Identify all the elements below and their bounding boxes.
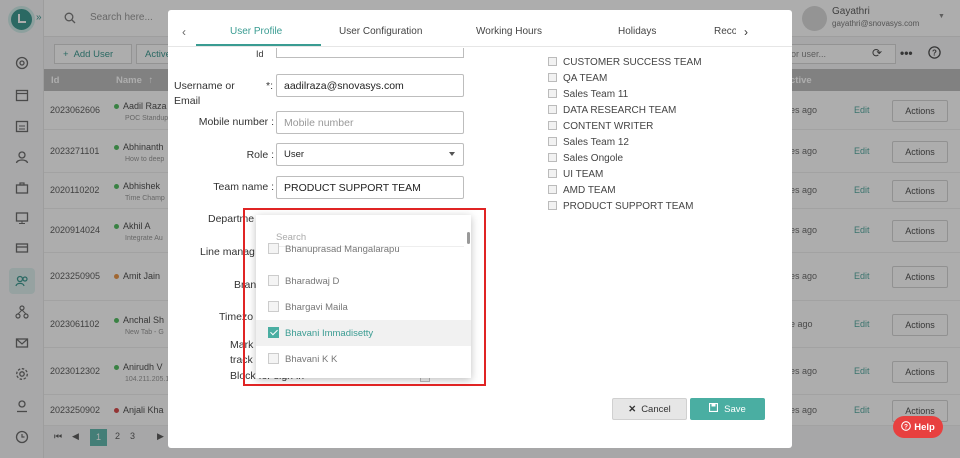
chevron-down-icon [449,152,455,156]
team-option[interactable]: DATA RESEARCH TEAM [548,105,676,116]
mobile-input[interactable]: Mobile number [276,111,464,134]
role-label: Role : [246,149,274,161]
team-checkbox[interactable] [548,169,557,178]
tab-holidays[interactable]: Holidays [618,26,656,37]
team-option[interactable]: Sales Ongole [548,153,623,164]
team-option[interactable]: UI TEAM [548,169,603,180]
mobile-label: Mobile number : [198,116,274,128]
team-option[interactable]: CONTENT WRITER [548,121,653,132]
team-option[interactable]: PRODUCT SUPPORT TEAM [548,201,693,212]
tabs-prev-icon[interactable]: ‹ [182,25,186,39]
username-input[interactable]: aadilraza@snovasys.com [276,74,464,97]
id-label: Id [256,49,264,59]
team-checkbox[interactable] [548,185,557,194]
username-required-mark: *: [266,80,274,92]
team-checkbox[interactable] [548,137,557,146]
username-label: Username or Email [174,80,235,107]
tab-reco[interactable]: Reco [714,26,737,37]
id-field [276,48,464,58]
help-icon: ? [901,420,912,434]
team-option[interactable]: AMD TEAM [548,185,616,196]
tab-user-profile[interactable]: User Profile [230,26,282,37]
team-checkbox[interactable] [548,153,557,162]
highlight-box [243,208,486,386]
tabs-next-icon[interactable]: › [736,25,756,39]
team-name-label: Team name : [213,181,274,193]
team-name-input[interactable]: PRODUCT SUPPORT TEAM [276,176,464,199]
team-option[interactable]: Sales Team 12 [548,137,629,148]
team-checkbox[interactable] [548,121,557,130]
active-tab-indicator [196,44,321,46]
edit-user-modal: ‹ User Profile User Configuration Workin… [168,10,792,448]
tab-working-hours[interactable]: Working Hours [476,26,542,37]
tab-bar: ‹ User Profile User Configuration Workin… [168,10,792,47]
team-checkbox[interactable] [548,201,557,210]
close-icon: ✕ [628,403,637,415]
svg-text:?: ? [904,423,908,430]
team-checkbox[interactable] [548,105,557,114]
team-option[interactable]: Sales Team 11 [548,89,628,100]
team-option[interactable]: QA TEAM [548,73,607,84]
team-checkbox[interactable] [548,57,557,66]
team-option[interactable]: CUSTOMER SUCCESS TEAM [548,57,702,68]
cancel-button[interactable]: ✕ Cancel [612,398,687,420]
save-icon [709,402,719,415]
tab-user-configuration[interactable]: User Configuration [339,26,422,37]
save-button[interactable]: Save [690,398,765,420]
help-button[interactable]: ? Help [893,416,943,438]
team-checkbox[interactable] [548,89,557,98]
team-checkbox[interactable] [548,73,557,82]
role-select[interactable]: User [276,143,464,166]
